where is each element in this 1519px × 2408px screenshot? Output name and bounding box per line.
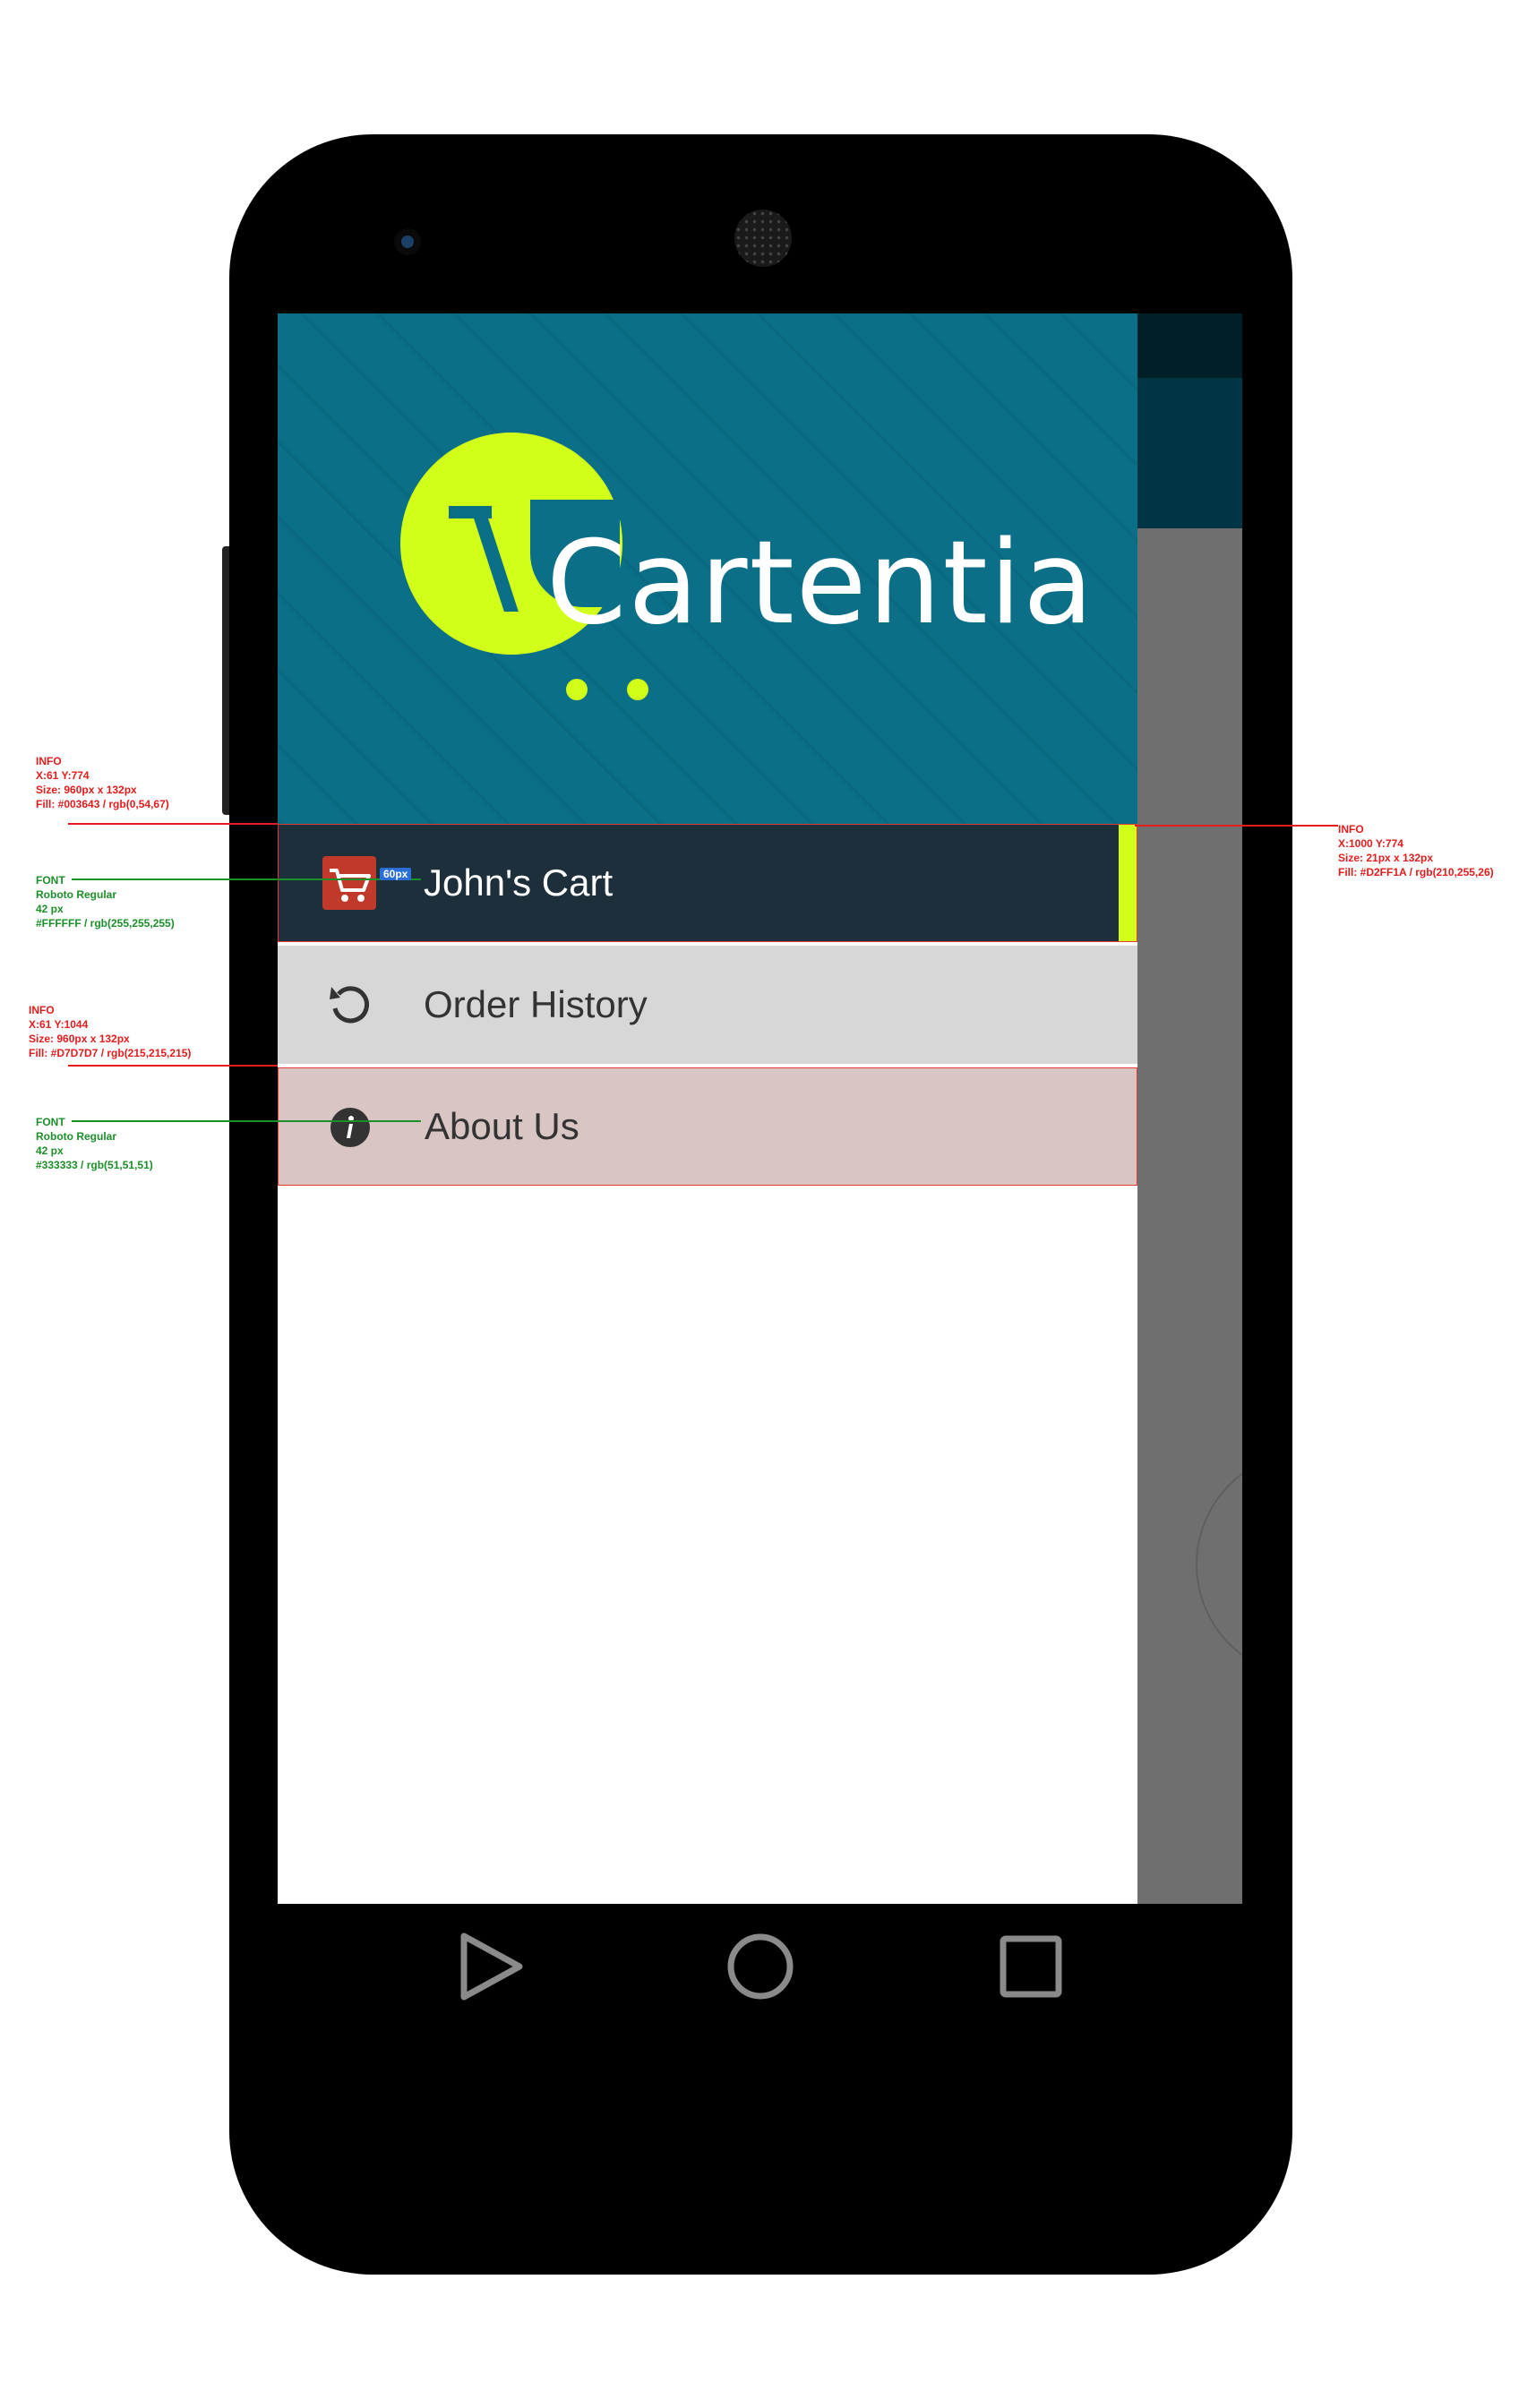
annotation-line: INFO bbox=[29, 1004, 55, 1016]
logo-text: Cartentia bbox=[546, 517, 1095, 650]
menu-item-order-history[interactable]: Order History bbox=[278, 946, 1137, 1064]
system-nav-bar bbox=[278, 1904, 1242, 2029]
logo-dot-left bbox=[566, 679, 588, 700]
annotation-line: 42 px bbox=[36, 903, 64, 915]
menu-item-about-us[interactable]: About Us bbox=[278, 1067, 1137, 1186]
annotation-line: INFO bbox=[1338, 823, 1364, 836]
annotation-leader bbox=[72, 878, 421, 880]
active-indicator bbox=[1119, 824, 1137, 942]
annotation-line: X:1000 Y:774 bbox=[1338, 837, 1403, 850]
history-icon bbox=[322, 978, 376, 1032]
annotation-line: X:61 Y:774 bbox=[36, 769, 90, 782]
cart-icon-glyph bbox=[330, 869, 371, 902]
annotation-line: #FFFFFF / rgb(255,255,255) bbox=[36, 917, 175, 930]
logo-mark-stem bbox=[472, 513, 519, 612]
camera-lens bbox=[401, 236, 414, 248]
annotation-leader bbox=[72, 1120, 421, 1122]
annotation-leader bbox=[68, 823, 278, 825]
info-icon bbox=[323, 1101, 377, 1154]
app-toolbar bbox=[1137, 378, 1242, 528]
annotation-line: Roboto Regular bbox=[36, 1130, 116, 1143]
annotation-line: FONT bbox=[36, 1116, 65, 1128]
annotation-font-white: FONT Roboto Regular 42 px #FFFFFF / rgb(… bbox=[36, 873, 175, 930]
spacing-badge: 60px bbox=[380, 868, 412, 880]
status-bar bbox=[1137, 313, 1242, 378]
navigation-drawer: Cartentia John's Cart Order History Abou… bbox=[278, 313, 1137, 1904]
menu-item-label: About Us bbox=[425, 1105, 579, 1147]
annotation-leader bbox=[68, 1065, 278, 1067]
front-camera bbox=[394, 228, 421, 255]
background-decoration bbox=[1196, 1451, 1242, 1678]
annotation-font-dark: FONT Roboto Regular 42 px #333333 / rgb(… bbox=[36, 1115, 153, 1172]
back-icon[interactable] bbox=[460, 1932, 523, 2001]
nav-bar-icons bbox=[460, 1932, 1062, 2001]
logo-dot-right bbox=[627, 679, 648, 700]
annotation-line: Size: 960px x 132px bbox=[36, 784, 137, 796]
annotation-line: Size: 960px x 132px bbox=[29, 1033, 130, 1045]
menu-item-label: Order History bbox=[424, 983, 648, 1025]
annotation-line: Size: 21px x 132px bbox=[1338, 852, 1434, 864]
cart-icon bbox=[322, 856, 376, 910]
annotation-line: #333333 / rgb(51,51,51) bbox=[36, 1159, 153, 1171]
annotation-info-history-row: INFO X:61 Y:1044 Size: 960px x 132px Fil… bbox=[29, 1003, 191, 1060]
annotation-line: X:61 Y:1044 bbox=[29, 1018, 89, 1031]
earpiece-speaker bbox=[734, 210, 792, 267]
info-icon-glyph bbox=[330, 1108, 370, 1147]
annotation-line: Fill: #D2FF1A / rgb(210,255,26) bbox=[1338, 866, 1494, 878]
annotation-line: Fill: #003643 / rgb(0,54,67) bbox=[36, 798, 169, 810]
drawer-header: Cartentia bbox=[278, 313, 1137, 824]
recent-apps-icon[interactable] bbox=[1000, 1935, 1062, 1998]
spec-outline bbox=[278, 824, 1137, 942]
annotation-line: Fill: #D7D7D7 / rgb(215,215,215) bbox=[29, 1047, 192, 1059]
annotation-info-indicator: INFO X:1000 Y:774 Size: 21px x 132px Fil… bbox=[1338, 822, 1494, 879]
annotation-leader bbox=[1135, 825, 1338, 827]
annotation-line: 42 px bbox=[36, 1144, 64, 1157]
screen: Cartentia John's Cart Order History Abou… bbox=[278, 313, 1242, 1904]
annotation-info-cart-row: INFO X:61 Y:774 Size: 960px x 132px Fill… bbox=[36, 754, 169, 811]
history-icon-glyph bbox=[330, 986, 369, 1024]
menu-item-label: John's Cart bbox=[424, 861, 614, 904]
annotation-line: INFO bbox=[36, 755, 62, 767]
annotation-line: Roboto Regular bbox=[36, 888, 116, 901]
home-icon[interactable] bbox=[727, 1933, 794, 2000]
menu-item-johns-cart[interactable]: John's Cart bbox=[278, 824, 1137, 942]
annotation-line: FONT bbox=[36, 874, 65, 887]
